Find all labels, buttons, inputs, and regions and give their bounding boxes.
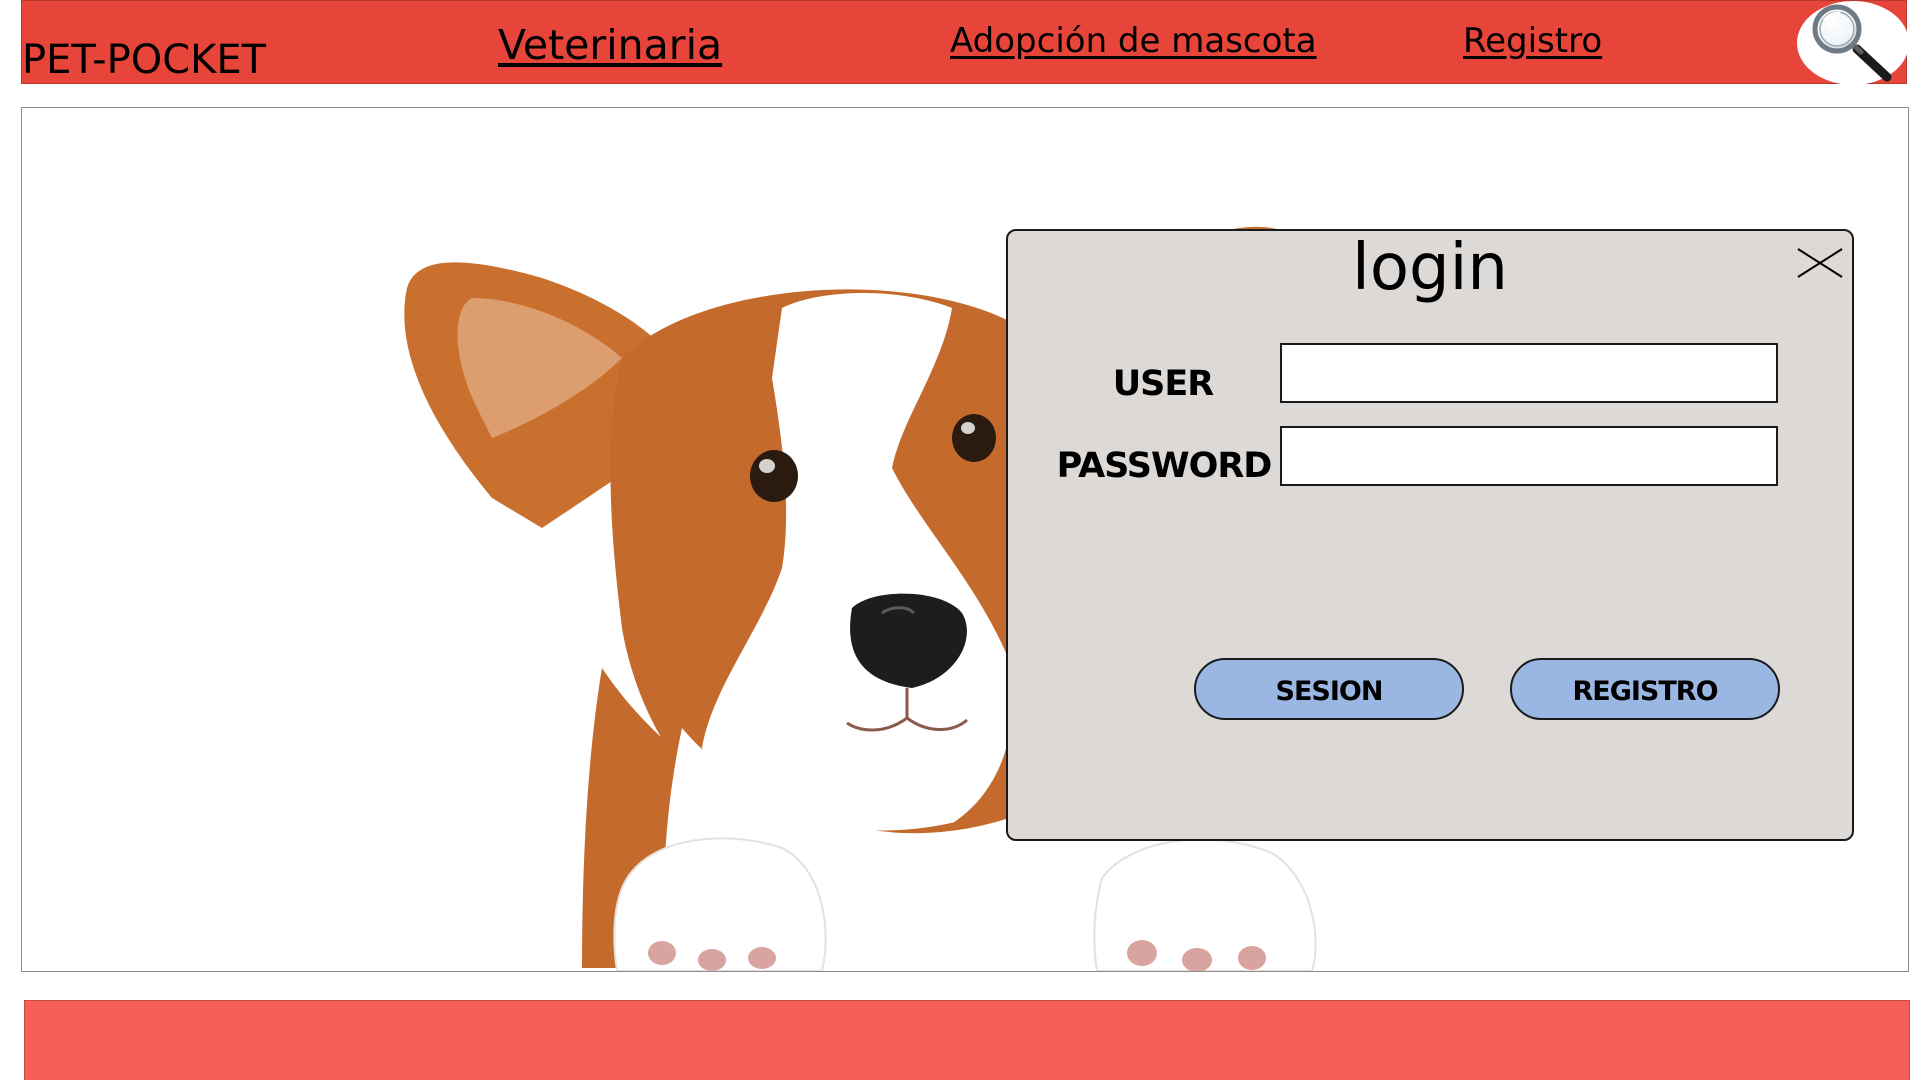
login-dialog: login USER PASSWORD SESION REGISTRO	[1006, 229, 1854, 841]
close-button[interactable]	[1796, 243, 1844, 283]
header-bar: PET-POCKET Veterinaria Adopción de masco…	[21, 0, 1909, 85]
login-title: login	[1352, 231, 1508, 305]
close-icon	[1797, 248, 1843, 278]
brand-logo-text[interactable]: PET-POCKET	[22, 37, 266, 83]
nav-link-veterinaria[interactable]: Veterinaria	[498, 21, 722, 69]
magnifying-glass-icon	[1812, 4, 1892, 82]
password-label: PASSWORD	[1056, 446, 1273, 486]
nav-link-registro[interactable]: Registro	[1463, 21, 1602, 61]
user-label: USER	[1112, 364, 1215, 404]
registro-button[interactable]: REGISTRO	[1510, 658, 1780, 720]
password-input[interactable]	[1280, 426, 1778, 486]
sesion-button[interactable]: SESION	[1194, 658, 1464, 720]
user-input[interactable]	[1280, 343, 1778, 403]
nav-link-adopcion[interactable]: Adopción de mascota	[950, 21, 1317, 61]
search-button[interactable]	[1797, 1, 1909, 85]
footer-bar	[24, 1000, 1910, 1080]
page: PET-POCKET Veterinaria Adopción de masco…	[0, 0, 1920, 1080]
